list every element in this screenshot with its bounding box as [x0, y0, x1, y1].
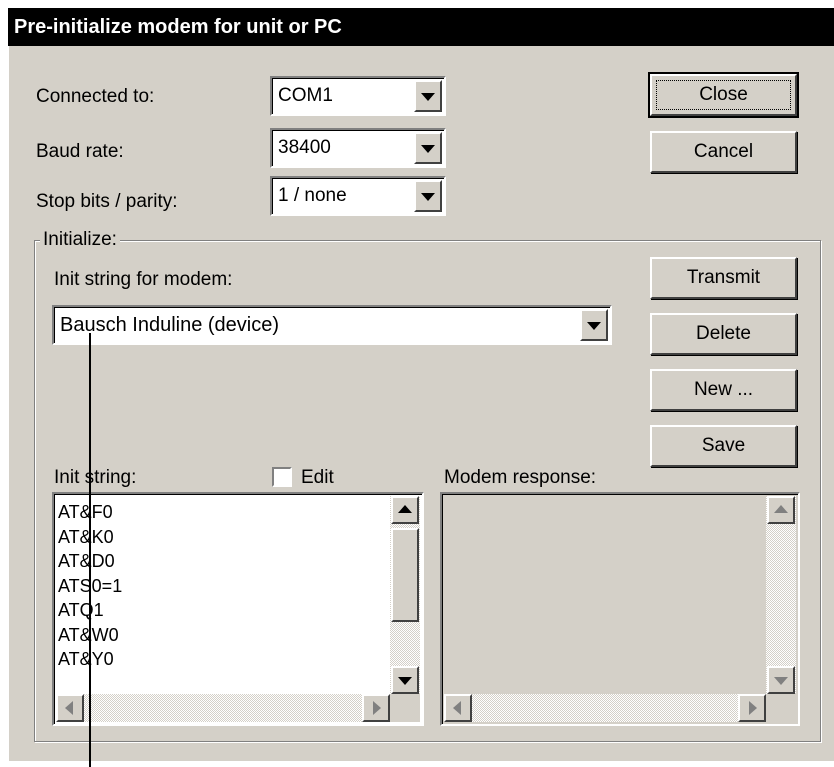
dropdown-arrow-icon[interactable]: [414, 180, 442, 212]
cancel-label: Cancel: [693, 141, 754, 162]
new-button[interactable]: New ...: [650, 369, 797, 411]
init-string-label: Init string:: [54, 467, 137, 488]
baud-rate-select[interactable]: 38400: [270, 128, 446, 168]
close-button[interactable]: Close: [648, 72, 799, 118]
transmit-button[interactable]: Transmit: [650, 257, 797, 299]
delete-label: Delete: [696, 323, 751, 344]
delete-button[interactable]: Delete: [650, 313, 797, 355]
scroll-up-icon[interactable]: [391, 496, 419, 524]
new-label: New ...: [693, 379, 754, 400]
dropdown-arrow-icon[interactable]: [580, 309, 608, 341]
modem-response-label: Modem response:: [444, 467, 597, 488]
init-string-list[interactable]: AT&F0AT&K0AT&D0ATS0=1ATQ1AT&W0AT&Y0: [52, 492, 424, 726]
save-button[interactable]: Save: [650, 425, 797, 467]
init-string-selected: Bausch Induline (device): [60, 314, 280, 336]
scroll-down-icon[interactable]: [391, 666, 419, 694]
connected-to-label: Connected to:: [36, 86, 155, 107]
scrollbar-corner: [390, 694, 420, 722]
dropdown-arrow-icon[interactable]: [414, 132, 442, 164]
stop-bits-select[interactable]: 1 / none: [270, 176, 446, 216]
connected-to-select[interactable]: COM1: [270, 76, 446, 116]
scrollbar-corner: [766, 694, 796, 722]
scroll-left-icon[interactable]: [56, 694, 84, 722]
scroll-right-icon[interactable]: [362, 694, 390, 722]
transmit-label: Transmit: [686, 267, 761, 288]
scroll-left-icon[interactable]: [444, 694, 472, 722]
scroll-right-icon[interactable]: [738, 694, 766, 722]
dropdown-arrow-icon[interactable]: [414, 80, 442, 112]
horizontal-scrollbar[interactable]: [444, 694, 766, 722]
baud-rate-value: 38400: [278, 137, 331, 158]
scroll-up-icon[interactable]: [767, 496, 795, 524]
initialize-group-label: Initialize:: [40, 229, 120, 251]
init-string-select[interactable]: Bausch Induline (device): [52, 305, 612, 345]
connected-to-value: COM1: [278, 85, 333, 106]
stop-bits-label: Stop bits / parity:: [36, 191, 178, 212]
vertical-scrollbar[interactable]: [390, 496, 420, 694]
stop-bits-value: 1 / none: [278, 185, 347, 206]
vertical-scrollbar[interactable]: [766, 496, 796, 694]
baud-rate-label: Baud rate:: [36, 141, 124, 162]
window-title: Pre-initialize modem for unit or PC: [8, 8, 834, 46]
scroll-thumb[interactable]: [391, 528, 419, 622]
horizontal-scrollbar[interactable]: [56, 694, 390, 722]
callout-line: [89, 333, 91, 767]
scroll-down-icon[interactable]: [767, 666, 795, 694]
cancel-button[interactable]: Cancel: [650, 131, 797, 173]
init-string-for-modem-label: Init string for modem:: [54, 269, 233, 290]
edit-checkbox-label: Edit: [301, 467, 334, 488]
edit-checkbox[interactable]: [272, 467, 292, 487]
modem-response-list[interactable]: [440, 492, 800, 726]
save-label: Save: [701, 435, 746, 456]
